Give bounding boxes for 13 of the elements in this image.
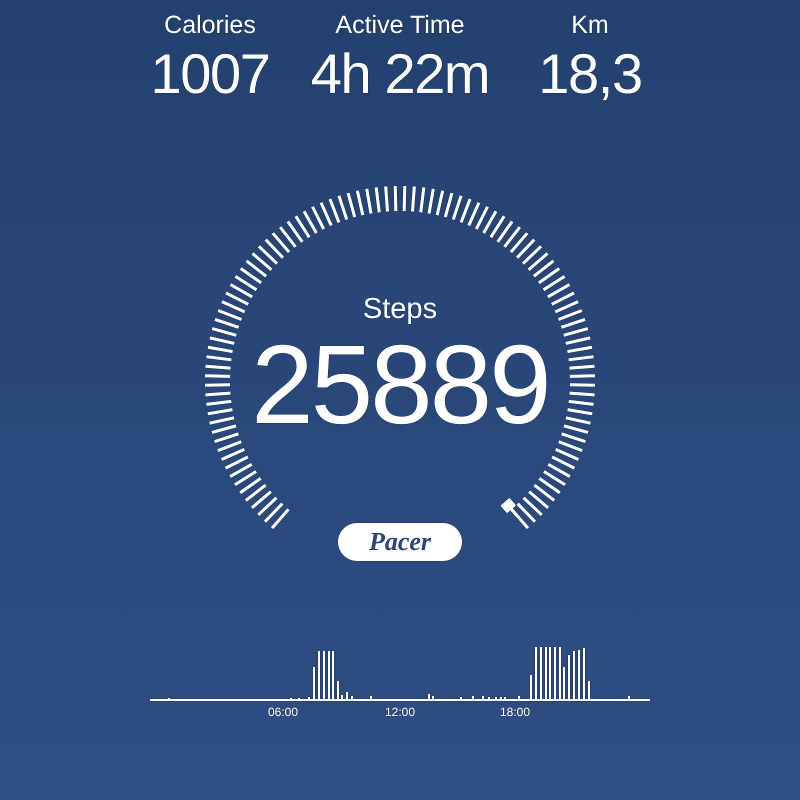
- axis-label: 06:00: [268, 705, 298, 719]
- stat-label: Calories: [164, 10, 256, 41]
- axis-label: 18:00: [500, 705, 530, 719]
- logo-badge: Pacer: [338, 523, 462, 561]
- steps-label: Steps: [362, 292, 438, 327]
- stat-value: 4h 22m: [310, 42, 490, 106]
- steps-count: 25889: [251, 329, 549, 441]
- stat-label: Active Time: [335, 10, 465, 41]
- gauge-indicator: [500, 498, 518, 516]
- stat-value: 1007: [150, 42, 270, 106]
- axis-label: 12:00: [384, 705, 416, 719]
- stat-label: Km: [571, 10, 609, 41]
- stat-value: 18,3: [538, 42, 642, 106]
